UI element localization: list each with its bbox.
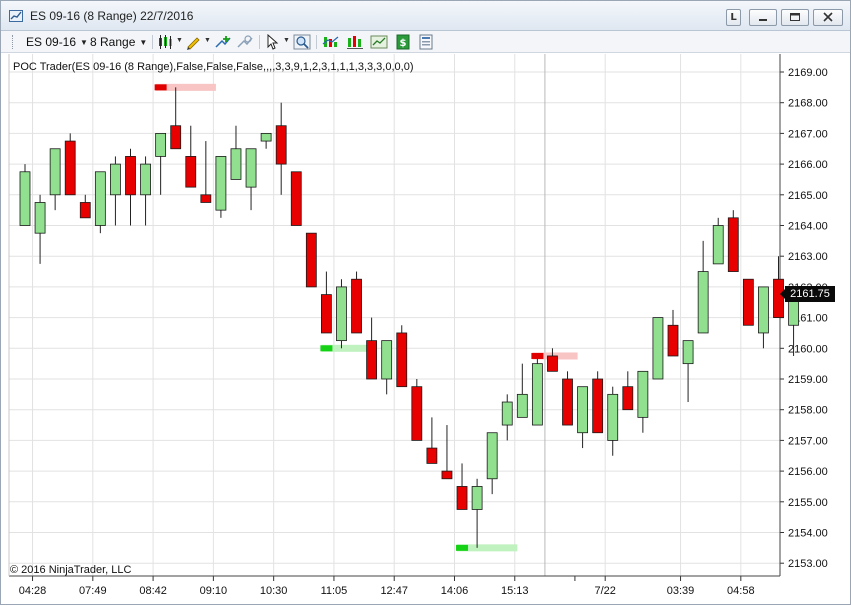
candle-down (456, 486, 468, 510)
candle-up (697, 271, 709, 334)
candle-down (185, 156, 197, 188)
y-axis-tick-label: 2154.00 (788, 528, 828, 540)
candle-down (411, 386, 423, 441)
y-axis-tick-label: 2157.00 (788, 435, 828, 447)
y-axis-tick-label: 2153.00 (788, 558, 828, 570)
x-axis-tick-label: 15:13 (501, 585, 529, 597)
copyright-notice: © 2016 NinjaTrader, LLC (10, 564, 132, 576)
candle-down (622, 386, 634, 411)
candle-up (758, 286, 769, 334)
y-axis-tick-label: 2167.00 (788, 128, 828, 140)
y-axis-tick-label: 2158.00 (788, 405, 828, 417)
x-axis-tick-label: 14:06 (441, 585, 469, 597)
candle-up (34, 202, 46, 234)
candle-down (426, 447, 438, 464)
y-axis-tick-label: 2163.00 (788, 251, 828, 263)
poc-marker-up (456, 544, 469, 551)
candle-up (516, 393, 528, 418)
candle-up (49, 148, 61, 196)
candle-up (531, 363, 543, 426)
x-axis-tick-label: 11:05 (321, 585, 348, 597)
candle-down (396, 332, 408, 388)
candle-up (110, 163, 121, 196)
x-axis-tick-label: 7/22 (594, 585, 615, 597)
candle-down (562, 378, 573, 426)
candle-up (381, 340, 393, 380)
candle-down (351, 278, 362, 334)
candle-up (577, 386, 588, 434)
candle-up (155, 132, 167, 157)
x-axis-tick-label: 12:47 (380, 585, 408, 597)
candle-up (245, 148, 257, 188)
candle-up (336, 286, 347, 342)
y-axis-tick-label: 2168.00 (788, 98, 828, 110)
candle-up (501, 401, 513, 426)
y-axis-tick-label: 2169.00 (788, 67, 828, 79)
candle-down (290, 171, 302, 226)
candle-down (547, 355, 558, 372)
last-price-tag: 2161.75 (785, 286, 835, 302)
candle-up (712, 225, 724, 265)
y-axis-tick-label: 2159.00 (788, 374, 828, 386)
x-axis-tick-label: 07:49 (79, 585, 107, 597)
candle-down (441, 470, 453, 480)
candle-up (19, 171, 31, 226)
x-axis-tick-label: 10:30 (260, 585, 288, 597)
candle-up (607, 393, 619, 441)
candle-up (230, 148, 242, 180)
x-axis-tick-label: 09:10 (200, 585, 228, 597)
candle-down (742, 278, 754, 326)
candle-up (94, 171, 106, 226)
candle-up (682, 340, 694, 365)
x-axis-tick-label: 08:42 (139, 585, 167, 597)
price-chart[interactable]: 2169.00 2168.00 2167.00 2166.00 2165.00 2164.… (1, 1, 851, 606)
x-axis-tick-label: 03:39 (667, 585, 695, 597)
candle-down (79, 202, 91, 219)
candle-down (320, 294, 332, 334)
poc-marker-down (531, 352, 544, 359)
candle-down (305, 232, 317, 288)
poc-marker-down (154, 84, 167, 91)
x-axis-tick-label: 04:58 (727, 585, 755, 597)
candle-down (366, 340, 378, 380)
candle-down (64, 140, 76, 196)
candle-up (471, 486, 483, 510)
x-axis-tick-label: 04:28 (19, 585, 47, 597)
candle-down (667, 324, 679, 357)
y-axis-tick-label: 2165.00 (788, 190, 828, 202)
candle-up (637, 370, 649, 418)
chart-window: ES 09-16 (8 Range) 22/7/2016 L ES 09-16 ▼… (0, 0, 851, 605)
candle-up (652, 317, 664, 380)
poc-marker-up (320, 345, 333, 352)
indicator-label: POC Trader(ES 09-16 (8 Range),False,Fals… (13, 61, 414, 73)
y-axis-tick-label: 2166.00 (788, 159, 828, 171)
candle-up (486, 432, 498, 480)
candle-down (170, 125, 182, 150)
candle-down (125, 156, 136, 196)
candle-down (727, 217, 739, 272)
candle-down (592, 378, 604, 434)
y-axis-tick-label: 2155.00 (788, 497, 828, 509)
y-axis-tick-label: 2156.00 (788, 466, 828, 478)
candle-down (200, 194, 212, 203)
candle-down (275, 125, 287, 165)
candle-up (215, 156, 227, 211)
candle-up (260, 132, 272, 142)
candle-up (140, 163, 151, 196)
y-axis-tick-label: 2164.00 (788, 221, 828, 233)
